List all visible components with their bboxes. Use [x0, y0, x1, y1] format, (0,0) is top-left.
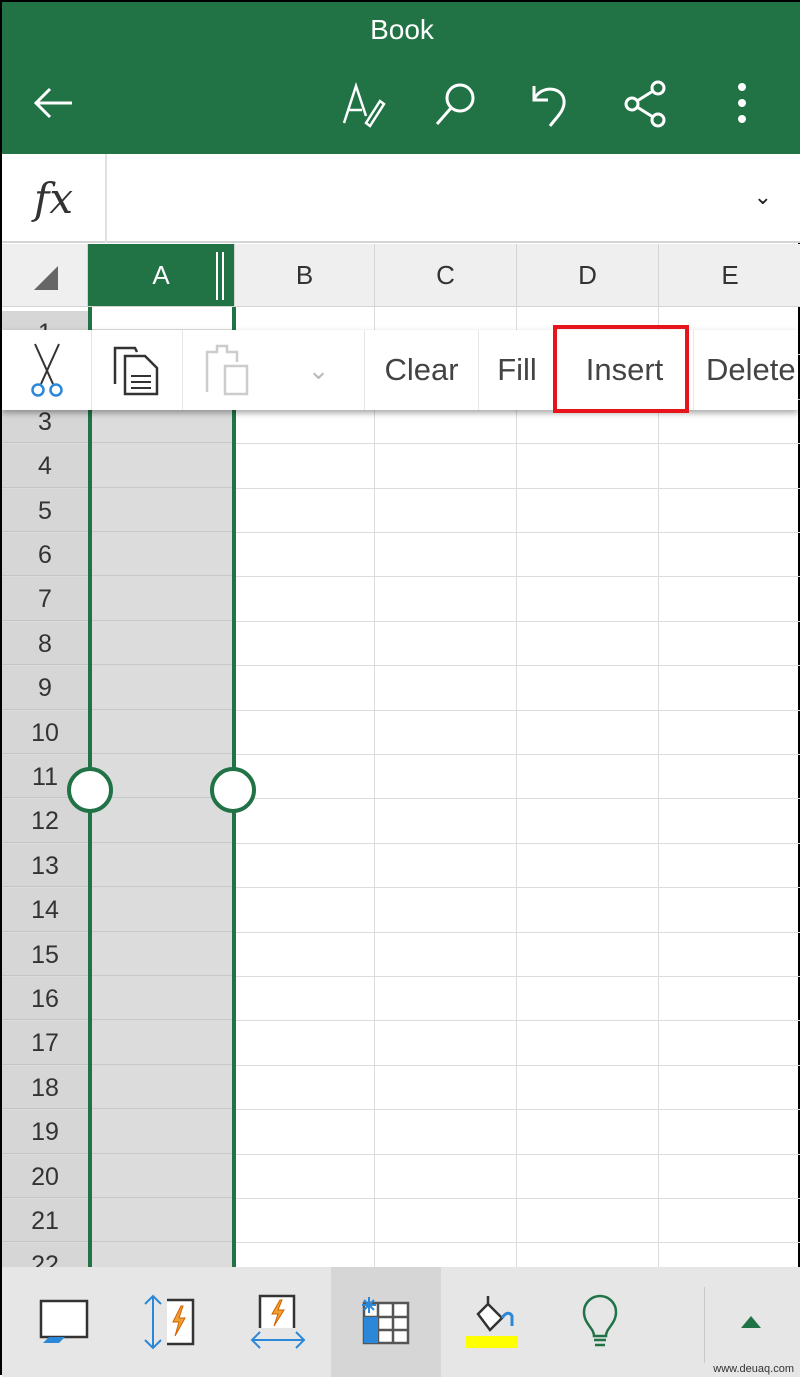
column-resize-handle[interactable] [216, 252, 224, 300]
paste-options-chevron-icon: ⌄ [273, 330, 365, 410]
bottom-toolbar: www.deuaq.com [2, 1267, 800, 1377]
selection-handle-left[interactable] [67, 767, 113, 813]
insert-rows-icon [144, 1294, 195, 1350]
row-header[interactable]: 7 [2, 577, 88, 621]
gridline [374, 307, 375, 1267]
fx-label: fx [2, 154, 107, 243]
undo-icon[interactable] [524, 78, 574, 128]
triangle-up-icon [740, 1316, 761, 1328]
ideas-button[interactable] [545, 1267, 655, 1377]
row-header[interactable]: 9 [2, 666, 88, 710]
formula-input[interactable] [108, 154, 742, 243]
delete-button[interactable]: Delete [694, 330, 798, 410]
freeze-panes-button[interactable] [331, 1267, 441, 1377]
sheet-icon [39, 1299, 89, 1343]
row-header[interactable]: 18 [2, 1065, 88, 1110]
sheet-view-button[interactable] [10, 1267, 120, 1377]
paste-button [183, 330, 273, 410]
column-label: A [152, 260, 170, 290]
scissors-icon [30, 343, 63, 397]
paint-bucket-icon [466, 1296, 518, 1348]
row-header[interactable]: 8 [2, 621, 88, 666]
row-header[interactable]: 5 [2, 488, 88, 532]
back-arrow-icon[interactable] [28, 78, 78, 128]
paste-icon [205, 344, 249, 396]
search-icon[interactable] [430, 78, 480, 128]
share-icon[interactable] [620, 78, 670, 128]
clear-button[interactable]: Clear [365, 330, 479, 410]
selection-handle-right[interactable] [210, 767, 256, 813]
more-vertical-icon[interactable] [717, 78, 767, 128]
row-header[interactable]: 10 [2, 710, 88, 754]
row-header[interactable]: 4 [2, 444, 88, 488]
chevron-down-icon[interactable]: ⌄ [754, 184, 772, 210]
column-header-e[interactable]: E [659, 244, 800, 307]
row-header[interactable]: 17 [2, 1021, 88, 1065]
insert-rows-button[interactable] [114, 1267, 224, 1377]
app-header: Book [2, 2, 800, 154]
fill-button[interactable]: Fill [479, 330, 556, 410]
select-all-triangle-icon [33, 266, 58, 290]
formula-bar: fx ⌄ [2, 154, 800, 243]
column-header-a[interactable]: A [88, 244, 235, 307]
fill-color-button[interactable] [437, 1267, 547, 1377]
row-header[interactable]: 13 [2, 843, 88, 888]
row-header[interactable]: 14 [2, 888, 88, 932]
document-title: Book [370, 14, 434, 45]
insert-highlight-box [553, 325, 689, 413]
row-header[interactable]: 20 [2, 1154, 88, 1198]
row-header[interactable]: 15 [2, 932, 88, 976]
column-header-d[interactable]: D [517, 244, 659, 307]
row-header[interactable]: 19 [2, 1110, 88, 1154]
gridline [658, 307, 659, 1267]
row-header[interactable]: 22 [2, 1243, 88, 1267]
cut-button[interactable] [2, 330, 92, 410]
expand-ribbon-button[interactable] [699, 1267, 800, 1377]
copy-button[interactable] [92, 330, 183, 410]
active-cell-a1[interactable] [92, 307, 232, 329]
insert-columns-button[interactable] [223, 1267, 333, 1377]
gridline [516, 307, 517, 1267]
lightbulb-icon [582, 1294, 618, 1347]
column-header-c[interactable]: C [375, 244, 517, 307]
freeze-panes-icon [362, 1297, 410, 1345]
select-all-corner[interactable] [2, 244, 88, 307]
row-header[interactable]: 21 [2, 1199, 88, 1243]
insert-columns-icon [250, 1294, 306, 1349]
row-header[interactable]: 6 [2, 533, 88, 577]
draw-icon[interactable] [338, 78, 388, 128]
row-header[interactable]: 16 [2, 977, 88, 1021]
watermark: www.deuaq.com [713, 1363, 794, 1375]
column-header-b[interactable]: B [235, 244, 375, 307]
copy-icon [113, 346, 159, 396]
